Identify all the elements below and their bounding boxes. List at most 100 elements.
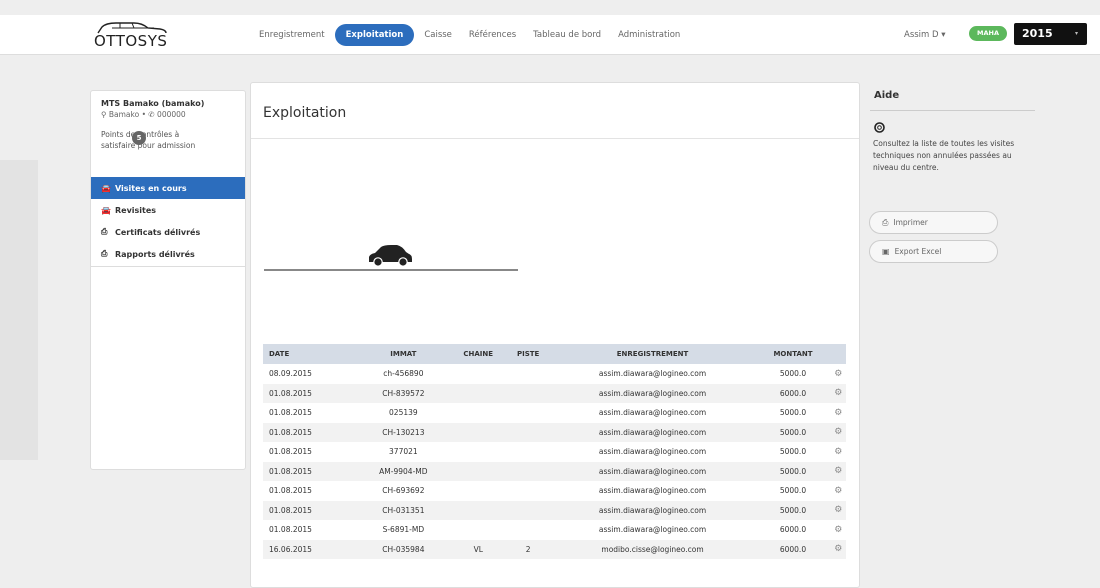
visits-table: DATE IMMAT CHAINE PISTE ENREGISTREMENT M… [263, 344, 846, 559]
cell-chaine [449, 500, 507, 520]
cell-immat: CH-035984 [356, 539, 450, 559]
cell-montant: 5000.0 [779, 447, 807, 457]
cell-date: 01.08.2015 [269, 525, 312, 535]
cell-chaine [450, 520, 507, 540]
gear-icon[interactable]: ⚙ [834, 427, 842, 437]
print-icon: ⎙ [101, 249, 108, 258]
nav-exploitation[interactable]: Exploitation [334, 24, 415, 46]
lifebuoy-icon [874, 122, 885, 133]
column-header-piste[interactable]: PISTE [506, 344, 550, 364]
cell-chaine [450, 481, 507, 501]
help-text: Consultez la liste de toutes les visites… [873, 139, 1015, 172]
year-value: 2015 [1022, 27, 1053, 40]
cell-enregistrement: assim.diawara@logineo.com [598, 447, 707, 457]
cell-montant: 6000.0 [755, 383, 831, 403]
gear-icon[interactable]: ⚙ [834, 369, 842, 379]
table-row[interactable]: 16.06.2015 CH-035984 VL 2 modibo.cisse@login… [263, 539, 846, 559]
column-header-chaine[interactable]: CHAINE [449, 344, 507, 364]
row-action-cell: ⚙ [830, 364, 846, 384]
row-action-cell: ⚙ [830, 442, 846, 462]
table-row[interactable]: 08.09.2015 ch-456890 assim.diawara@logineo… [263, 364, 846, 384]
table-row[interactable]: 01.08.2015 AM-9904-MD assim.diawara@logine… [263, 461, 846, 481]
cell-immat: AM-9904-MD [356, 461, 450, 481]
nav-tableau-de-bord[interactable]: Tableau de bord [526, 25, 608, 45]
cell-immat: ch-456890 [383, 369, 424, 379]
table-row[interactable]: 01.08.2015 CH-839572 assim.diawara@logineo… [263, 383, 846, 403]
column-header-enregistrement[interactable]: ENREGISTREMENT [549, 344, 756, 364]
main-nav: Enregistrement Exploitation Caisse Référ… [252, 24, 690, 46]
gear-icon[interactable]: ⚙ [834, 505, 842, 515]
gear-icon[interactable]: ⚙ [834, 544, 842, 554]
cell-enregistrement: assim.diawara@logineo.com [598, 486, 707, 496]
cell-piste [506, 383, 550, 403]
nav-references[interactable]: Références [462, 25, 523, 45]
cell-piste [507, 403, 550, 423]
row-action-cell: ⚙ [830, 461, 846, 481]
cell-date: 01.08.2015 [269, 408, 312, 418]
table-row[interactable]: 01.08.2015 025139 assim.diawara@logineo.co… [263, 403, 846, 423]
row-action-cell: ⚙ [830, 500, 846, 520]
export-excel-button[interactable]: ▣ Export Excel [869, 240, 998, 263]
cell-date: 01.08.2015 [263, 461, 357, 481]
admission-points-badge: 5 [132, 131, 146, 145]
user-menu[interactable]: Assim D ▾ [904, 30, 946, 40]
organization-name: MTS Bamako (bamako) [101, 99, 205, 108]
sidebar-item-rapports-delivres[interactable]: ⎙ Rapports délivrés [91, 243, 245, 265]
gear-icon[interactable]: ⚙ [834, 486, 842, 496]
organization-location: ⚲ Bamako • ✆ 000000 [101, 110, 186, 119]
cell-piste [507, 481, 550, 501]
cell-montant: 6000.0 [779, 525, 807, 535]
cell-immat: 025139 [389, 408, 418, 418]
gear-icon[interactable]: ⚙ [834, 525, 842, 535]
cell-date: 01.08.2015 [263, 422, 357, 442]
sidebar-item-revisites[interactable]: 🚘 Revisites [91, 199, 245, 221]
ottosys-logo[interactable]: OTTOSYS [94, 21, 170, 50]
column-header-date[interactable]: DATE [263, 344, 357, 364]
cell-piste [507, 364, 550, 384]
help-divider [870, 110, 1035, 111]
gear-icon[interactable]: ⚙ [834, 466, 842, 476]
table-body: 08.09.2015 ch-456890 assim.diawara@logineo… [263, 364, 846, 559]
print-icon: ⎙ [101, 227, 108, 236]
sidebar-item-visites-en-cours[interactable]: 🚘 Visites en cours [91, 177, 245, 199]
cell-piste [507, 442, 550, 462]
cell-enregistrement: assim.diawara@logineo.com [549, 422, 756, 442]
nav-enregistrement[interactable]: Enregistrement [252, 25, 332, 45]
cell-date: 01.08.2015 [263, 500, 357, 520]
gear-icon[interactable]: ⚙ [834, 388, 842, 398]
car-icon [369, 245, 412, 267]
column-header-montant[interactable]: MONTANT [755, 344, 831, 364]
cell-date: 01.08.2015 [269, 486, 312, 496]
table-row[interactable]: 01.08.2015 CH-693692 assim.diawara@logineo… [263, 481, 846, 501]
print-button[interactable]: ⎙ Imprimer [869, 211, 998, 234]
cell-piste [507, 520, 550, 540]
cell-enregistrement: assim.diawara@logineo.com [549, 461, 756, 481]
cell-immat: CH-693692 [382, 486, 425, 496]
nav-administration[interactable]: Administration [611, 25, 687, 45]
cell-date: 16.06.2015 [263, 539, 357, 559]
row-action-cell: ⚙ [830, 481, 846, 501]
chevron-down-icon: ▾ [1074, 30, 1078, 37]
cell-piste [506, 461, 550, 481]
year-selector[interactable]: 2015 ▾ [1014, 23, 1087, 45]
cell-piste: 2 [506, 539, 550, 559]
cell-immat: CH-031351 [356, 500, 450, 520]
organization-info: MTS Bamako (bamako) ⚲ Bamako • ✆ 000000 [91, 91, 245, 119]
row-action-cell: ⚙ [830, 383, 846, 403]
table-row[interactable]: 01.08.2015 CH-130213 assim.diawara@logineo… [263, 422, 846, 442]
cell-chaine [449, 461, 507, 481]
cell-immat: CH-130213 [356, 422, 450, 442]
table-row[interactable]: 01.08.2015 377021 assim.diawara@logineo.co… [263, 442, 846, 462]
cell-montant: 5000.0 [755, 500, 831, 520]
cell-enregistrement: modibo.cisse@logineo.com [549, 539, 756, 559]
nav-caisse[interactable]: Caisse [417, 25, 459, 45]
table-row[interactable]: 01.08.2015 S-6891-MD assim.diawara@logineo… [263, 520, 846, 540]
print-icon: ⎙ [882, 218, 889, 227]
sidebar-item-certificats-delivres[interactable]: ⎙ Certificats délivrés [91, 221, 245, 243]
column-header-immat[interactable]: IMMAT [356, 344, 450, 364]
gear-icon[interactable]: ⚙ [834, 408, 842, 418]
gear-icon[interactable]: ⚙ [834, 447, 842, 457]
sidebar-item-label: Rapports délivrés [115, 249, 195, 259]
table-row[interactable]: 01.08.2015 CH-031351 assim.diawara@logineo… [263, 500, 846, 520]
print-button-label: Imprimer [893, 218, 928, 227]
